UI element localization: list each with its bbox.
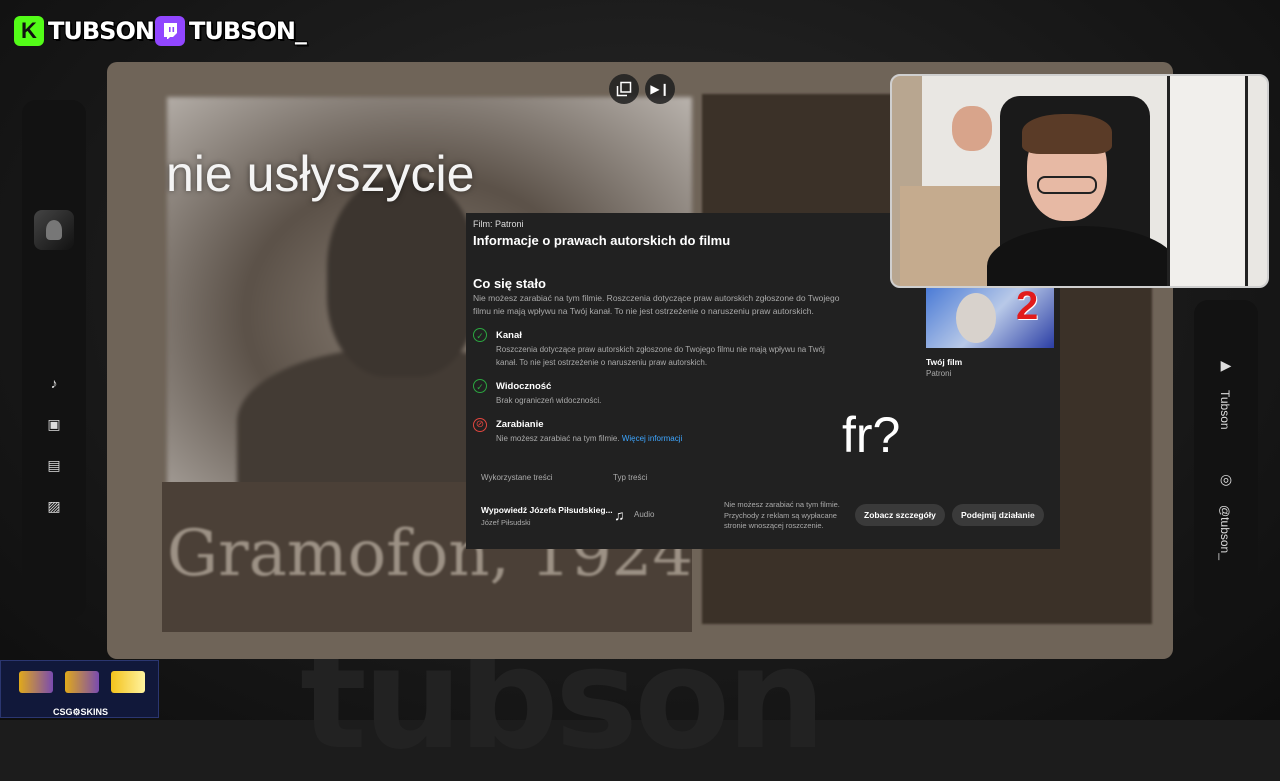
instagram-icon: ◎ <box>1219 471 1233 487</box>
section-heading: Co się stało <box>473 276 546 291</box>
film-label: Film: Patroni <box>473 219 524 229</box>
youtube-icon: ▶ <box>1220 357 1232 373</box>
music-note-icon: ♫ <box>614 507 625 523</box>
take-action-button[interactable]: Podejmij działanie <box>952 504 1044 526</box>
left-sidebar <box>22 100 86 618</box>
claim-type: Audio <box>634 510 655 519</box>
content-column-header: Wykorzystane treści <box>481 473 553 482</box>
background-person <box>952 106 992 151</box>
claim-title: Wypowiedź Józefa Piłsudskieg... <box>481 505 613 515</box>
youtube-name: Tubson <box>1218 390 1232 430</box>
type-column-header: Typ treści <box>613 473 648 482</box>
channel-heading: Kanał <box>496 330 522 341</box>
overlay-text: fr? <box>842 407 901 463</box>
image-icon[interactable]: ▨ <box>44 496 64 516</box>
csgo-skins-banner[interactable]: CSG⚙SKINS <box>0 660 159 718</box>
claim-message: Nie możesz zarabiać na tym filmie. Przyc… <box>724 500 840 530</box>
skip-next-icon[interactable]: ▶❙ <box>645 74 675 104</box>
webcam-feed <box>890 74 1269 288</box>
see-details-button[interactable]: Zobacz szczegóły <box>855 504 945 526</box>
skin-icon <box>65 671 99 693</box>
twitch-username: TUBSON_ <box>189 17 307 45</box>
more-info-link[interactable]: Więcej informacji <box>622 434 682 443</box>
avatar <box>34 210 74 250</box>
instagram-name: @tubson_ <box>1218 505 1232 560</box>
kick-icon: K <box>14 16 44 46</box>
channel-text: Roszczenia dotyczące praw autorskich zgł… <box>496 345 825 367</box>
check-icon: ✓ <box>473 379 487 393</box>
visibility-heading: Widoczność <box>496 381 552 392</box>
thumbnail-figure <box>956 293 996 343</box>
thumbnail-number: 2 <box>1016 288 1039 328</box>
skin-icon <box>111 671 145 693</box>
thumbnail-subtitle: Patroni <box>926 369 952 378</box>
glasses <box>1037 176 1097 194</box>
monetization-heading: Zarabianie <box>496 419 544 430</box>
twitch-brand: TUBSON_ <box>155 14 307 48</box>
shelf <box>1167 76 1248 286</box>
thumbnail-title: Twój film <box>926 357 963 367</box>
kick-username: TUBSON <box>48 17 155 45</box>
right-sidebar <box>1194 300 1258 618</box>
skins-label: CSG⚙SKINS <box>52 707 109 717</box>
miniplayer-icon[interactable] <box>609 74 639 104</box>
twitch-icon <box>155 16 185 46</box>
video-thumbnail[interactable]: 2 <box>926 288 1054 348</box>
dialog-title: Informacje o prawach autorskich do filmu <box>473 233 731 248</box>
monetization-text: Nie możesz zarabiać na tym filmie. Więce… <box>496 434 683 443</box>
claim-author: Józef Piłsudski <box>481 518 531 527</box>
kick-brand: K TUBSON <box>14 14 155 48</box>
music-icon[interactable]: ♪ <box>44 373 64 393</box>
skin-icon <box>19 671 53 693</box>
video-icon[interactable]: ▣ <box>44 414 64 434</box>
film-icon[interactable]: ▤ <box>44 455 64 475</box>
blocked-icon: ⊘ <box>473 418 487 432</box>
visibility-text: Brak ograniczeń widoczności. <box>496 396 602 405</box>
section-description: Nie możesz zarabiać na tym filmie. Roszc… <box>473 293 840 316</box>
video-subtitle: nie usłyszycie <box>166 146 475 202</box>
check-icon: ✓ <box>473 328 487 342</box>
